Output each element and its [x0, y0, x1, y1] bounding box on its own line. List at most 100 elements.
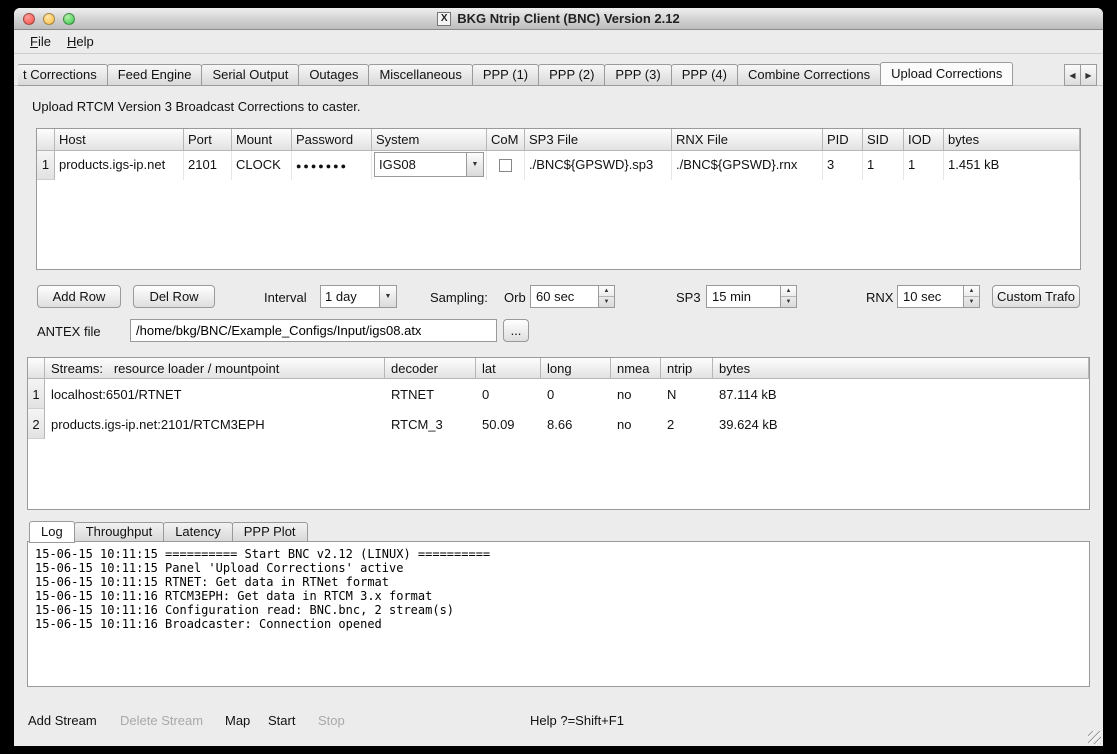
tab-ppp-4[interactable]: PPP (4): [671, 64, 738, 86]
custom-trafo-button[interactable]: Custom Trafo: [992, 285, 1080, 308]
row-number: 1: [37, 151, 55, 180]
iod-cell[interactable]: 1: [904, 151, 944, 180]
delete-stream-button: Delete Stream: [120, 713, 203, 728]
tab-upload-corrections[interactable]: Upload Corrections: [880, 62, 1013, 86]
spin-up-icon[interactable]: ▲: [781, 286, 796, 297]
tab-serial-output[interactable]: Serial Output: [201, 64, 299, 86]
map-button[interactable]: Map: [225, 713, 250, 728]
host-cell[interactable]: products.igs-ip.net: [55, 151, 184, 180]
stream-row[interactable]: 2 products.igs-ip.net:2101/RTCM3EPH RTCM…: [28, 409, 1089, 439]
header-port: Port: [184, 129, 232, 151]
help-shortcut-label[interactable]: Help ?=Shift+F1: [530, 713, 624, 728]
tab-miscellaneous[interactable]: Miscellaneous: [368, 64, 472, 86]
rnx-sampling-value: 10 sec: [898, 286, 963, 307]
header-sp3-file: SP3 File: [525, 129, 672, 151]
spin-down-icon[interactable]: ▼: [781, 297, 796, 307]
header-mount: Mount: [232, 129, 292, 151]
x11-app-icon: X: [437, 12, 451, 26]
row-number: 1: [28, 379, 45, 409]
com-checkbox[interactable]: [499, 159, 512, 172]
antex-file-label: ANTEX file: [37, 324, 101, 339]
mountpoint-cell: localhost:6501/RTNET: [45, 379, 385, 409]
upload-table: Host Port Mount Password System CoM SP3 …: [36, 128, 1081, 270]
zoom-button[interactable]: [63, 13, 75, 25]
tab-bar: t Corrections Feed Engine Serial Output …: [18, 62, 1057, 86]
tab-ppp-plot[interactable]: PPP Plot: [232, 522, 308, 542]
sampling-label: Sampling:: [430, 290, 488, 305]
row-number: 2: [28, 409, 45, 439]
menu-help[interactable]: Help: [59, 32, 102, 51]
window-title: X BKG Ntrip Client (BNC) Version 2.12: [437, 11, 679, 26]
log-line: 15-06-15 10:11:16 RTCM3EPH: Get data in …: [35, 589, 1082, 603]
interval-combobox[interactable]: 1 day ▼: [320, 285, 397, 308]
spinner-buttons: ▲ ▼: [780, 286, 796, 307]
tab-ppp-3[interactable]: PPP (3): [604, 64, 671, 86]
header-nmea: nmea: [611, 358, 661, 379]
bottom-tab-bar: Log Throughput Latency PPP Plot: [30, 520, 308, 542]
tab-throughput[interactable]: Throughput: [74, 522, 165, 542]
tab-broadcast-corrections[interactable]: t Corrections: [18, 64, 108, 86]
spin-up-icon[interactable]: ▲: [964, 286, 979, 297]
password-cell[interactable]: ●●●●●●●: [292, 151, 372, 180]
spinner-buttons: ▲ ▼: [963, 286, 979, 307]
corner-header-cell: [37, 129, 55, 151]
spin-down-icon[interactable]: ▼: [599, 297, 614, 307]
ntrip-cell: N: [661, 379, 713, 409]
tab-ppp-1[interactable]: PPP (1): [472, 64, 539, 86]
header-host: Host: [55, 129, 184, 151]
stream-row[interactable]: 1 localhost:6501/RTNET RTNET 0 0 no N 87…: [28, 379, 1089, 409]
system-combobox-value: IGS08: [375, 153, 466, 176]
sid-cell[interactable]: 1: [863, 151, 904, 180]
sp3-sampling-spinbox[interactable]: 15 min ▲ ▼: [706, 285, 797, 308]
spin-up-icon[interactable]: ▲: [599, 286, 614, 297]
nmea-cell: no: [611, 379, 661, 409]
sp3-file-cell[interactable]: ./BNC${GPSWD}.sp3: [525, 151, 672, 180]
start-button[interactable]: Start: [268, 713, 295, 728]
titlebar[interactable]: X BKG Ntrip Client (BNC) Version 2.12: [14, 8, 1103, 30]
tab-feed-engine[interactable]: Feed Engine: [107, 64, 203, 86]
orb-sampling-spinbox[interactable]: 60 sec ▲ ▼: [530, 285, 615, 308]
log-line: 15-06-15 10:11:15 Panel 'Upload Correcti…: [35, 561, 1082, 575]
system-combobox[interactable]: IGS08 ▼: [374, 152, 484, 177]
app-window: X BKG Ntrip Client (BNC) Version 2.12 Fi…: [14, 8, 1103, 746]
tab-combine-corrections[interactable]: Combine Corrections: [737, 64, 881, 86]
tab-log[interactable]: Log: [29, 521, 75, 543]
tab-scroll-buttons: ◀ ▶: [1065, 64, 1097, 86]
log-output[interactable]: 15-06-15 10:11:15 ========== Start BNC v…: [27, 541, 1090, 687]
mount-cell[interactable]: CLOCK: [232, 151, 292, 180]
header-mountpoint: Streams: resource loader / mountpoint: [45, 358, 385, 379]
header-sid: SID: [863, 129, 904, 151]
header-password: Password: [292, 129, 372, 151]
lat-cell: 50.09: [476, 409, 541, 439]
header-bytes: bytes: [944, 129, 1080, 151]
resize-grip[interactable]: [1088, 731, 1101, 744]
rnx-file-cell[interactable]: ./BNC${GPSWD}.rnx: [672, 151, 823, 180]
close-button[interactable]: [23, 13, 35, 25]
decoder-cell: RTNET: [385, 379, 476, 409]
spin-down-icon[interactable]: ▼: [964, 297, 979, 307]
tab-latency[interactable]: Latency: [163, 522, 233, 542]
tab-scroll-right-button[interactable]: ▶: [1080, 64, 1097, 86]
add-row-button[interactable]: Add Row: [37, 285, 121, 308]
add-stream-button[interactable]: Add Stream: [28, 713, 97, 728]
tab-ppp-2[interactable]: PPP (2): [538, 64, 605, 86]
menu-file[interactable]: File: [22, 32, 59, 51]
header-ntrip: ntrip: [661, 358, 713, 379]
header-iod: IOD: [904, 129, 944, 151]
tab-scroll-left-button[interactable]: ◀: [1064, 64, 1081, 86]
header-rnx-file: RNX File: [672, 129, 823, 151]
antex-file-input[interactable]: [130, 319, 497, 342]
tab-outages[interactable]: Outages: [298, 64, 369, 86]
minimize-button[interactable]: [43, 13, 55, 25]
rnx-sampling-spinbox[interactable]: 10 sec ▲ ▼: [897, 285, 980, 308]
upload-table-row: 1 products.igs-ip.net 2101 CLOCK ●●●●●●●…: [37, 151, 1080, 180]
header-long: long: [541, 358, 611, 379]
pid-cell[interactable]: 3: [823, 151, 863, 180]
traffic-lights: [23, 13, 75, 25]
antex-browse-button[interactable]: ...: [503, 319, 529, 342]
header-bytes: bytes: [713, 358, 1089, 379]
del-row-button[interactable]: Del Row: [133, 285, 215, 308]
port-cell[interactable]: 2101: [184, 151, 232, 180]
ntrip-cell: 2: [661, 409, 713, 439]
stop-button: Stop: [318, 713, 345, 728]
